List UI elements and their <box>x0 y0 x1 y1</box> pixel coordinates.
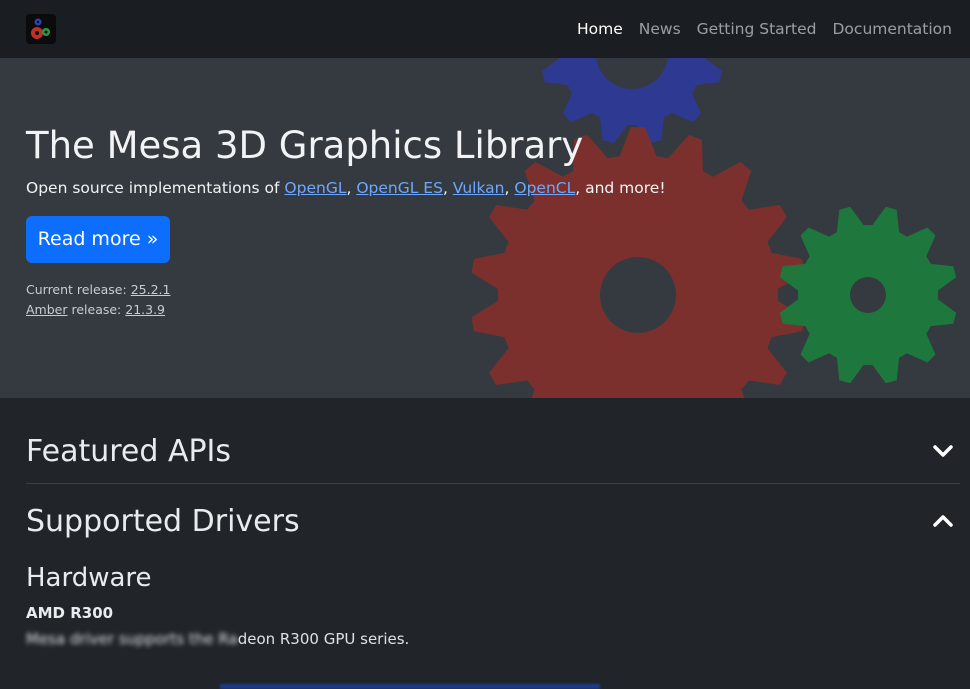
current-release: Current release: 25.2.1 <box>26 282 170 297</box>
supported-drivers-title: Supported Drivers <box>26 503 300 539</box>
hero-lead: Open source implementations of OpenGL, O… <box>26 179 666 197</box>
nav-documentation[interactable]: Documentation <box>833 20 953 38</box>
featured-apis-header[interactable]: Featured APIs <box>26 421 960 481</box>
blurred-text: Mesa driver supports the Ra <box>26 630 238 648</box>
visible-text: deon R300 GPU series. <box>237 630 410 648</box>
bottom-glow <box>220 684 600 689</box>
amber-link[interactable]: Amber <box>26 302 68 317</box>
nav-getting-started[interactable]: Getting Started <box>697 20 817 38</box>
supported-drivers-header[interactable]: Supported Drivers <box>26 491 960 551</box>
navbar: Home News Getting Started Documentation <box>0 0 970 59</box>
read-more-button[interactable]: Read more » <box>26 216 170 263</box>
driver-item-description: Mesa driver supports the Radeon R300 GPU… <box>26 630 409 648</box>
link-opengl-es[interactable]: OpenGL ES <box>356 179 443 197</box>
nav-home[interactable]: Home <box>577 20 623 38</box>
amber-release-link[interactable]: 21.3.9 <box>125 302 165 317</box>
section-divider <box>26 483 960 484</box>
amber-release: Amber release: 21.3.9 <box>26 302 165 317</box>
driver-item-title: AMD R300 <box>26 604 114 620</box>
nav-news[interactable]: News <box>639 20 681 38</box>
link-vulkan[interactable]: Vulkan <box>453 179 505 197</box>
featured-apis-title: Featured APIs <box>26 433 232 469</box>
hero-title: The Mesa 3D Graphics Library <box>26 124 584 167</box>
lead-prefix: Open source implementations of <box>26 179 285 197</box>
red-gear-icon <box>471 127 805 398</box>
chevron-up-icon[interactable] <box>932 510 954 532</box>
link-opencl[interactable]: OpenCL <box>514 179 575 197</box>
hardware-heading: Hardware <box>26 563 152 593</box>
link-opengl[interactable]: OpenGL <box>284 179 346 197</box>
lead-suffix: , and more! <box>575 179 666 197</box>
chevron-down-icon[interactable] <box>932 440 954 462</box>
hero-section: The Mesa 3D Graphics Library Open source… <box>0 58 970 398</box>
nav-links: Home News Getting Started Documentation <box>561 0 952 58</box>
current-release-link[interactable]: 25.2.1 <box>131 282 171 297</box>
current-release-label: Current release: <box>26 282 131 297</box>
green-gear-icon <box>779 206 957 384</box>
mesa-logo-icon[interactable] <box>26 14 56 44</box>
amber-release-label: release: <box>67 302 126 317</box>
